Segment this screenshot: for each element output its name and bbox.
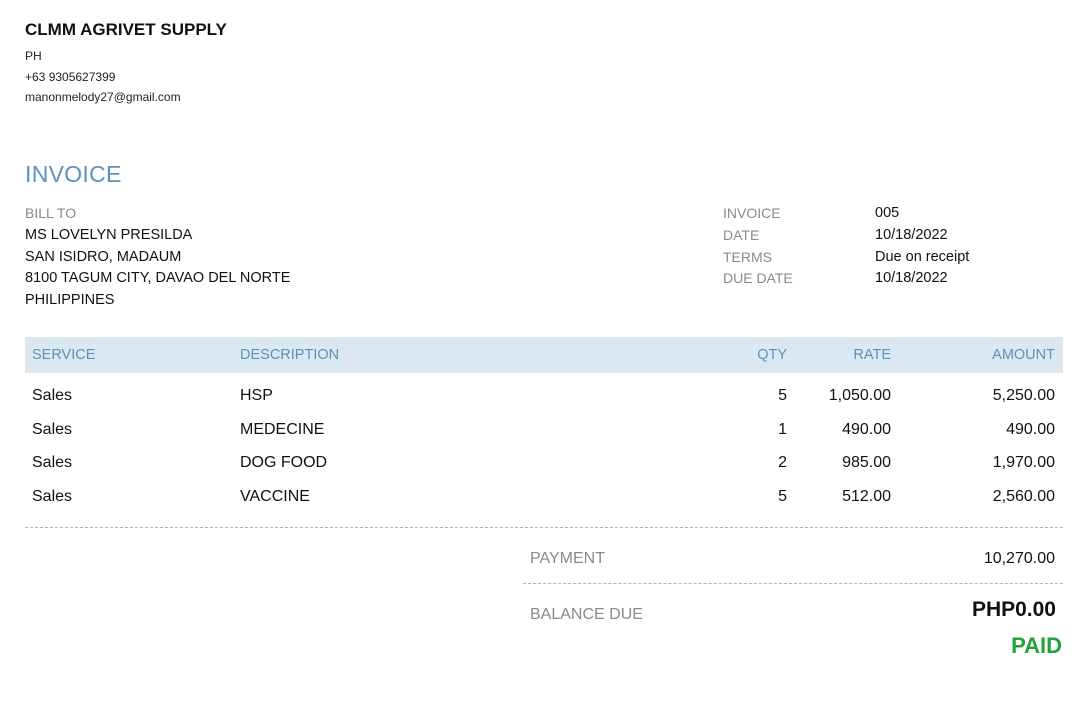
- row-rate: 985.00: [842, 454, 891, 471]
- bill-to-label: BILL TO: [25, 205, 77, 221]
- row-qty: 5: [778, 387, 787, 404]
- row-amount: 2,560.00: [992, 488, 1055, 505]
- column-header-service: SERVICE: [32, 347, 96, 363]
- row-description: VACCINE: [240, 488, 310, 505]
- due-date-label: DUE DATE: [723, 270, 793, 286]
- row-amount: 1,970.00: [992, 454, 1055, 471]
- balance-due-value: PHP0.00: [971, 598, 1056, 621]
- column-header-qty: QTY: [757, 347, 787, 363]
- row-rate: 1,050.00: [828, 387, 891, 404]
- row-rate: 490.00: [842, 421, 891, 438]
- invoice-date-value: 10/18/2022: [875, 227, 948, 243]
- due-date-value: 10/18/2022: [875, 270, 948, 286]
- paid-status-badge: PAID: [1011, 633, 1062, 658]
- company-country: PH: [25, 49, 42, 63]
- row-service: Sales: [32, 454, 73, 471]
- invoice-number-value: 005: [875, 205, 900, 221]
- invoice-number-label: INVOICE: [723, 205, 781, 221]
- column-header-amount: AMOUNT: [992, 347, 1055, 363]
- row-description: MEDECINE: [240, 421, 325, 438]
- invoice-date-label: DATE: [723, 227, 760, 243]
- row-qty: 2: [778, 454, 787, 471]
- bill-to-country: PHILIPPINES: [25, 292, 115, 308]
- row-amount: 490.00: [1006, 421, 1055, 438]
- row-service: Sales: [32, 488, 73, 505]
- row-description: HSP: [240, 387, 273, 404]
- company-email: manonmelody27@gmail.com: [25, 90, 181, 104]
- row-qty: 5: [778, 488, 787, 505]
- row-amount: 5,250.00: [992, 387, 1055, 404]
- column-header-rate: RATE: [853, 347, 891, 363]
- row-description: DOG FOOD: [240, 454, 328, 471]
- column-header-description: DESCRIPTION: [240, 347, 340, 363]
- row-rate: 512.00: [842, 488, 891, 505]
- company-name: CLMM AGRIVET SUPPLY: [25, 20, 227, 39]
- bill-to-address-line1: SAN ISIDRO, MADAUM: [25, 249, 182, 265]
- line-items-table-header: SERVICE DESCRIPTION QTY RATE AMOUNT: [25, 337, 1063, 373]
- table-row: Sales MEDECINE 1 490.00 490.00: [25, 421, 1063, 445]
- terms-label: TERMS: [723, 249, 772, 265]
- table-divider: [25, 527, 1063, 528]
- bill-to-name: MS LOVELYN PRESILDA: [25, 227, 193, 243]
- row-service: Sales: [32, 387, 73, 404]
- invoice-title: INVOICE: [25, 161, 122, 187]
- terms-value: Due on receipt: [875, 249, 970, 265]
- company-phone: +63 9305627399: [25, 70, 116, 84]
- row-qty: 1: [778, 421, 787, 438]
- payment-value: 10,270.00: [983, 550, 1055, 567]
- table-row: Sales VACCINE 5 512.00 2,560.00: [25, 488, 1063, 512]
- balance-due-label: BALANCE DUE: [530, 606, 643, 623]
- summary-divider: [523, 583, 1063, 584]
- table-row: Sales DOG FOOD 2 985.00 1,970.00: [25, 454, 1063, 478]
- table-row: Sales HSP 5 1,050.00 5,250.00: [25, 387, 1063, 411]
- payment-label: PAYMENT: [530, 550, 605, 567]
- bill-to-address-line2: 8100 TAGUM CITY, DAVAO DEL NORTE: [25, 270, 291, 286]
- row-service: Sales: [32, 421, 73, 438]
